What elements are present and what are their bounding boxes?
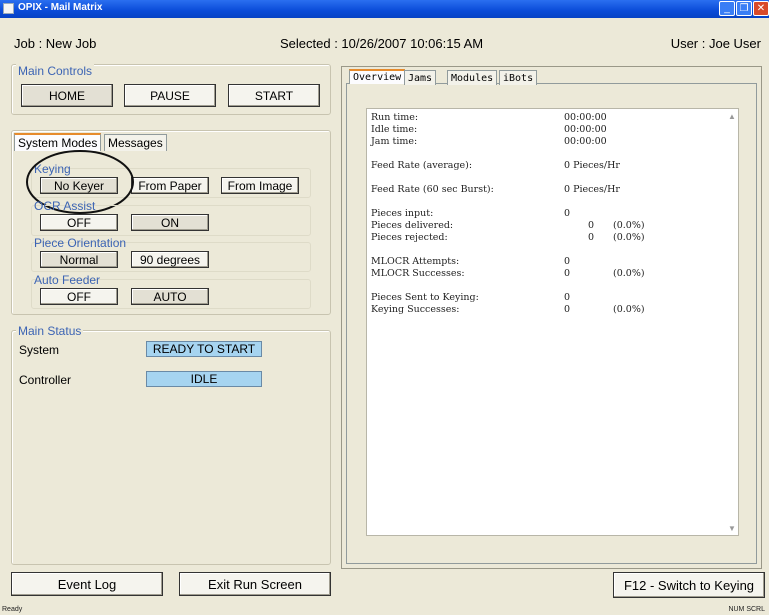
stat-value: 0 Pieces/Hr: [564, 184, 620, 195]
stat-value: 0: [588, 220, 595, 231]
90-degrees-button[interactable]: 90 degrees: [131, 251, 209, 268]
stat-label: Feed Rate (average):: [371, 160, 473, 171]
stat-value: 0: [564, 256, 571, 267]
stat-label: Feed Rate (60 sec Burst):: [371, 184, 494, 195]
selected-datetime: Selected : 10/26/2007 10:06:15 AM: [280, 36, 484, 51]
ocr-assist-label: OCR Assist: [34, 199, 96, 213]
status-ready: Ready: [2, 606, 23, 613]
stat-percent: (0.0%): [613, 304, 645, 315]
scroll-down-icon[interactable]: ▼: [727, 524, 737, 534]
stat-value: 00:00:00: [564, 136, 607, 147]
piece-orientation-label: Piece Orientation: [34, 236, 127, 250]
from-paper-button[interactable]: From Paper: [131, 177, 209, 194]
ocr-off-button[interactable]: OFF: [40, 214, 118, 231]
window-title: OPIX - Mail Matrix: [18, 2, 103, 13]
stat-value: 0 Pieces/Hr: [564, 160, 620, 171]
stat-value: 0: [564, 292, 571, 303]
app-icon: [3, 3, 14, 14]
stat-value: 0: [588, 232, 595, 243]
stat-label: Pieces rejected:: [371, 232, 448, 243]
stat-label: Keying Successes:: [371, 304, 460, 315]
main-status-group: [11, 330, 331, 565]
tab-modules[interactable]: Modules: [447, 70, 498, 85]
system-label: System: [19, 343, 60, 357]
stat-label: MLOCR Successes:: [371, 268, 465, 279]
stat-value: 00:00:00: [564, 112, 607, 123]
pause-button[interactable]: PAUSE: [124, 84, 216, 107]
stat-label: Pieces Sent to Keying:: [371, 292, 479, 303]
user-label: User : Joe User: [670, 36, 761, 51]
stat-label: Run time:: [371, 112, 419, 123]
overview-stats-box: ▲ ▼: [366, 108, 739, 536]
controller-status-badge: IDLE: [146, 371, 262, 387]
exit-run-screen-button[interactable]: Exit Run Screen: [179, 572, 331, 596]
home-button[interactable]: HOME: [21, 84, 113, 107]
scroll-up-icon[interactable]: ▲: [727, 112, 737, 122]
stat-label: Pieces input:: [371, 208, 434, 219]
event-log-button[interactable]: Event Log: [11, 572, 163, 596]
title-bar: OPIX - Mail Matrix _ ❐ ✕: [0, 0, 769, 18]
stat-percent: (0.0%): [613, 220, 645, 231]
stat-label: Idle time:: [371, 124, 418, 135]
main-controls-title: Main Controls: [16, 64, 95, 78]
maximize-button[interactable]: ❐: [736, 1, 752, 16]
stat-percent: (0.0%): [613, 232, 645, 243]
feeder-auto-button[interactable]: AUTO: [131, 288, 209, 305]
feeder-off-button[interactable]: OFF: [40, 288, 118, 305]
status-bar: Ready NUM SCRL: [0, 606, 769, 615]
ocr-on-button[interactable]: ON: [131, 214, 209, 231]
job-label: Job : New Job: [14, 36, 97, 51]
switch-to-keying-button[interactable]: F12 - Switch to Keying: [613, 572, 765, 598]
tab-jams[interactable]: Jams: [404, 70, 437, 85]
close-button[interactable]: ✕: [753, 1, 769, 16]
stat-value: 00:00:00: [564, 124, 607, 135]
status-indicators: NUM SCRL: [728, 606, 765, 613]
stat-label: Jam time:: [371, 136, 418, 147]
stat-value: 0: [564, 268, 571, 279]
tab-overview[interactable]: Overview: [349, 69, 406, 84]
system-status-badge: READY TO START: [146, 341, 262, 357]
main-status-title: Main Status: [16, 324, 84, 338]
stat-percent: (0.0%): [613, 268, 645, 279]
stat-label: MLOCR Attempts:: [371, 256, 460, 267]
start-button[interactable]: START: [228, 84, 320, 107]
auto-feeder-label: Auto Feeder: [34, 273, 101, 287]
normal-button[interactable]: Normal: [40, 251, 118, 268]
from-image-button[interactable]: From Image: [221, 177, 299, 194]
tab-ibots[interactable]: iBots: [499, 70, 538, 85]
controller-label: Controller: [19, 373, 72, 387]
stat-value: 0: [564, 304, 571, 315]
minimize-button[interactable]: _: [719, 1, 735, 16]
stat-label: Pieces delivered:: [371, 220, 454, 231]
stat-value: 0: [564, 208, 571, 219]
